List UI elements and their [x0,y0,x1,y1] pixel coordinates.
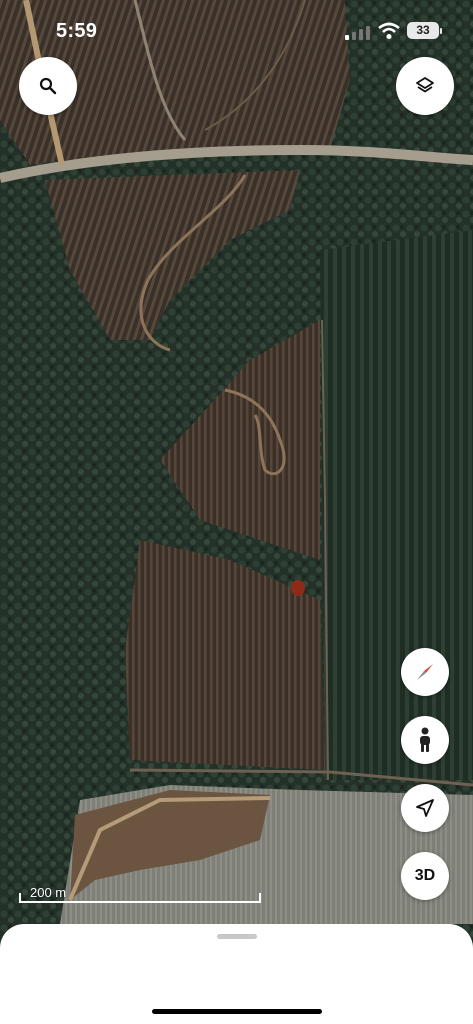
street-view-button[interactable] [401,716,449,764]
search-icon [39,77,57,95]
compass-icon [417,664,433,680]
wifi-icon [378,22,400,39]
battery-cap [440,28,442,34]
scale-label: 200 m [30,885,67,900]
drag-handle[interactable] [217,934,257,939]
compass-button[interactable] [401,648,449,696]
scale-bar [19,901,261,903]
status-time: 5:59 [56,20,98,42]
battery-level: 33 [407,22,439,39]
location-arrow-icon [416,799,434,817]
3d-toggle-button[interactable]: 3D [401,852,449,900]
location-marker[interactable] [291,580,305,596]
home-indicator[interactable] [152,1009,322,1014]
3d-label: 3D [414,867,436,884]
pegman-icon [420,727,430,752]
status-bar: 5:59 33 [0,0,473,60]
my-location-button[interactable] [401,784,449,832]
scale-tick-right [259,893,261,903]
layers-button[interactable] [396,57,454,115]
search-button[interactable] [19,57,77,115]
layers-icon [416,77,434,93]
map-scale: 200 m [19,884,261,904]
signal-bars-icon [345,26,370,40]
pine-plantation-right [320,230,473,780]
